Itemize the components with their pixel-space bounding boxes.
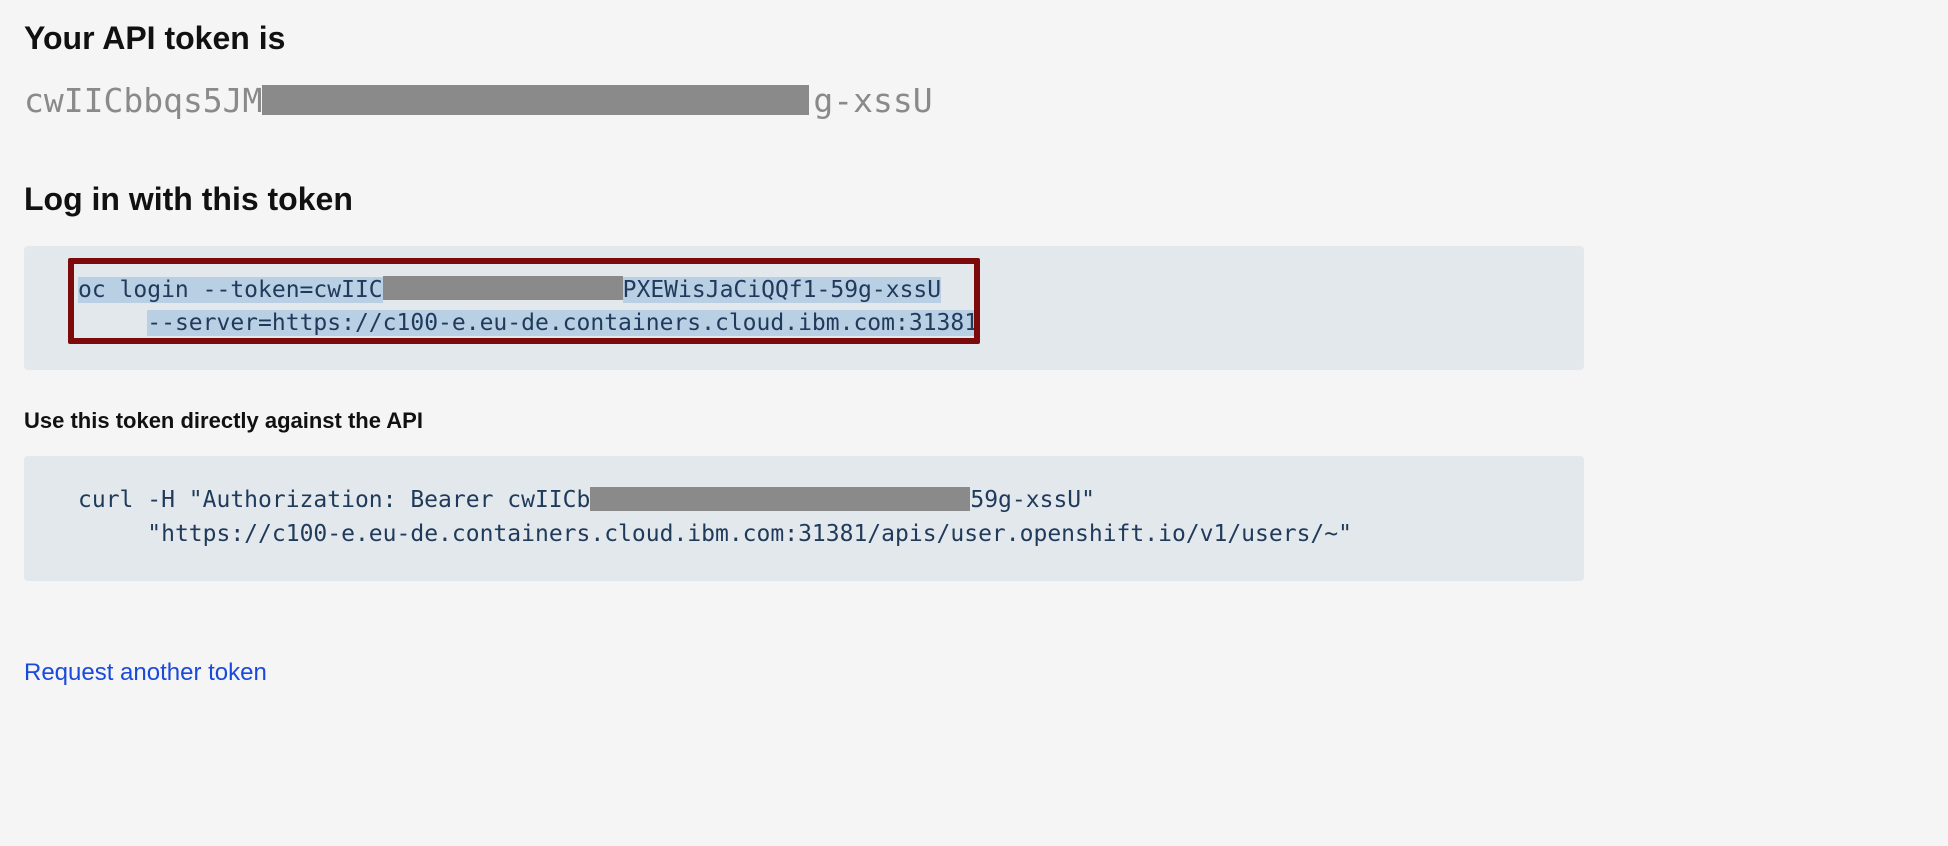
curl-indent — [78, 521, 147, 547]
api-token-heading: Your API token is — [24, 20, 1584, 57]
curl-url: "https://c100-e.eu-de.containers.cloud.i… — [147, 521, 1352, 547]
curl-post: 59g-xssU" — [970, 487, 1095, 513]
token-prefix: cwIICbbqs5JM — [24, 81, 262, 120]
token-redacted-segment — [262, 85, 809, 115]
login-heading: Log in with this token — [24, 181, 1584, 218]
oc-login-pre: oc login --token=cwIIC — [78, 277, 383, 303]
oc-login-post: PXEWisJaCiQQf1-59g-xssU — [623, 277, 942, 303]
use-directly-heading: Use this token directly against the API — [24, 408, 1584, 434]
oc-login-indent — [78, 310, 147, 336]
token-suffix: g-xssU — [813, 81, 932, 120]
oc-login-redacted — [383, 276, 623, 300]
oc-login-command-block[interactable]: oc login --token=cwIIC PXEWisJaCiQQf1-59g… — [24, 246, 1584, 371]
curl-command-block[interactable]: curl -H "Authorization: Bearer cwIICb 59g… — [24, 456, 1584, 581]
curl-redacted — [590, 487, 970, 511]
oc-login-server: --server=https://c100-e.eu-de.containers… — [147, 310, 978, 336]
api-token-value: cwIICbbqs5JM g-xssU — [24, 81, 1584, 121]
request-another-token-link[interactable]: Request another token — [24, 659, 267, 687]
curl-pre: curl -H "Authorization: Bearer cwIICb — [78, 487, 590, 513]
